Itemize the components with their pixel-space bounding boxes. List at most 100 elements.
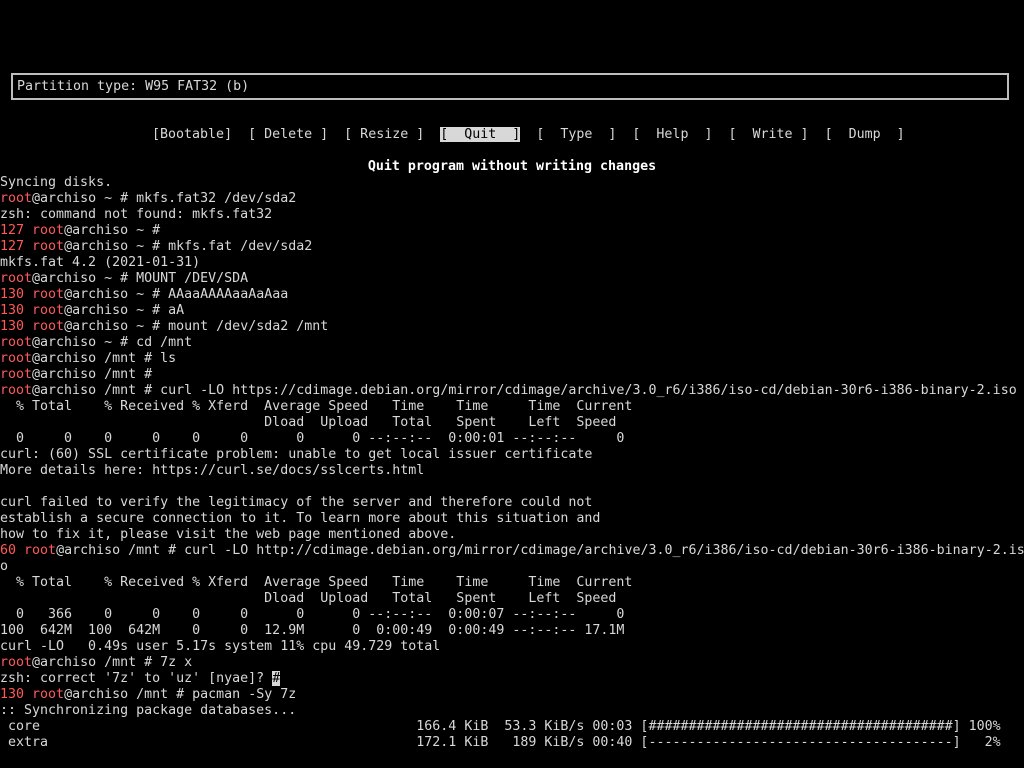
prompt-cwd: /mnt # — [96, 655, 161, 670]
output-text: core 166.4 KiB 53.3 KiB/s 00:03 [#######… — [0, 719, 1001, 734]
output-text: 0 0 0 0 0 0 0 0 --:--:-- 0:00:01 --:--:-… — [0, 431, 625, 446]
cfdisk-menu: [Bootable] [ Delete ] [ Resize ] [ Quit … — [136, 111, 905, 143]
prompt-user: root — [24, 543, 57, 558]
output-text: zsh: command not found: mkfs.fat32 — [0, 207, 273, 222]
prompt-host: @archiso — [32, 367, 97, 382]
command-text: ls — [160, 351, 177, 366]
menu-help-button[interactable]: [ Help ] — [632, 127, 712, 142]
output-text: 100 642M 100 642M 0 0 12.9M 0 0:00:49 0:… — [0, 623, 625, 638]
output-text: o — [0, 559, 9, 574]
cursor-block: # — [272, 671, 281, 686]
prompt-line: 60 root@archiso /mnt # curl -LO http://c… — [0, 543, 1024, 559]
output-line: 100 642M 100 642M 0 0 12.9M 0 0:00:49 0:… — [0, 623, 1024, 639]
command-text: curl -LO https://cdimage.debian.org/mirr… — [160, 383, 1017, 398]
output-line: mkfs.fat 4.2 (2021-01-31) — [0, 255, 1024, 271]
output-text: curl: (60) SSL certificate problem: unab… — [0, 447, 593, 462]
prompt-cwd: ~ # — [128, 223, 169, 238]
output-line: Syncing disks. — [0, 175, 1024, 191]
prompt-host: @archiso — [32, 335, 97, 350]
prompt-cwd: ~ # — [128, 319, 169, 334]
output-line: Dload Upload Total Spent Left Speed — [0, 591, 1024, 607]
terminal-output[interactable]: Syncing disks. root@archiso ~ # mkfs.fat3… — [0, 175, 1024, 751]
exit-code: 127 — [0, 239, 33, 254]
prompt-cwd: ~ # — [96, 191, 137, 206]
output-line: 0 0 0 0 0 0 0 0 --:--:-- 0:00:01 --:--:-… — [0, 431, 1024, 447]
output-text: :: Synchronizing package databases... — [0, 703, 297, 718]
prompt-line: root@archiso /mnt # curl -LO https://cdi… — [0, 383, 1024, 399]
prompt-host: @archiso — [32, 383, 97, 398]
prompt-line: 130 root@archiso ~ # AAaaAAAAaaAaAaa — [0, 287, 1024, 303]
output-text: Dload Upload Total Spent Left Speed — [0, 591, 617, 606]
output-text: 0 366 0 0 0 0 0 0 --:--:-- 0:00:07 --:--… — [0, 607, 625, 622]
prompt-line: 130 root@archiso ~ # mount /dev/sda2 /mn… — [0, 319, 1024, 335]
command-text: cd /mnt — [136, 335, 193, 350]
prompt-line: root@archiso ~ # MOUNT /DEV/SDA — [0, 271, 1024, 287]
output-text: % Total % Received % Xferd Average Speed… — [0, 399, 633, 414]
output-line: More details here: https://curl.se/docs/… — [0, 463, 1024, 479]
prompt-user: root — [32, 287, 65, 302]
menu-delete-button[interactable]: [ Delete ] — [248, 127, 328, 142]
output-line: :: Synchronizing package databases... — [0, 703, 1024, 719]
prompt-user: root — [0, 191, 33, 206]
prompt-line: root@archiso /mnt # ls — [0, 351, 1024, 367]
menu-bootable-button[interactable]: [Bootable] — [152, 127, 232, 142]
partition-type-label: Partition type: W95 FAT32 (b) — [17, 79, 250, 94]
output-text: zsh: correct '7z' to 'uz' [nyae]? — [0, 671, 273, 686]
exit-code: 130 — [0, 687, 33, 702]
prompt-user: root — [0, 271, 33, 286]
command-text: AAaaAAAAaaAaAaa — [168, 287, 289, 302]
menu-resize-button[interactable]: [ Resize ] — [344, 127, 424, 142]
command-text: mkfs.fat32 /dev/sda2 — [136, 191, 297, 206]
output-line: o — [0, 559, 1024, 575]
prompt-host: @archiso — [32, 271, 97, 286]
prompt-cwd: ~ # — [128, 287, 169, 302]
prompt-host: @archiso — [64, 223, 129, 238]
prompt-user: root — [0, 383, 33, 398]
output-text: Syncing disks. — [0, 175, 113, 190]
menu-type-button[interactable]: [ Type ] — [536, 127, 616, 142]
prompt-cwd: /mnt # — [96, 351, 161, 366]
prompt-host: @archiso — [64, 303, 129, 318]
prompt-host: @archiso — [64, 287, 129, 302]
prompt-host: @archiso — [64, 687, 129, 702]
output-line: extra 172.1 KiB 189 KiB/s 00:40 [-------… — [0, 735, 1024, 751]
prompt-line: root@archiso /mnt # — [0, 367, 1024, 383]
prompt-line: 127 root@archiso ~ # — [0, 223, 1024, 239]
exit-code: 60 — [0, 543, 25, 558]
command-text: aA — [168, 303, 185, 318]
prompt-host: @archiso — [56, 543, 121, 558]
prompt-line: 130 root@archiso /mnt # pacman -Sy 7z — [0, 687, 1024, 703]
output-text: Dload Upload Total Spent Left Speed — [0, 415, 617, 430]
exit-code: 130 — [0, 303, 33, 318]
prompt-line: root@archiso /mnt # 7z x — [0, 655, 1024, 671]
prompt-line: root@archiso ~ # mkfs.fat32 /dev/sda2 — [0, 191, 1024, 207]
prompt-host: @archiso — [64, 239, 129, 254]
prompt-cwd: ~ # — [128, 303, 169, 318]
output-text: how to fix it, please visit the web page… — [0, 527, 457, 542]
prompt-host: @archiso — [32, 351, 97, 366]
prompt-user: root — [32, 223, 65, 238]
output-text: mkfs.fat 4.2 (2021-01-31) — [0, 255, 201, 270]
menu-quit-button[interactable]: [ Quit ] — [440, 127, 521, 142]
prompt-line: 127 root@archiso ~ # mkfs.fat /dev/sda2 — [0, 239, 1024, 255]
menu-hint-text: Quit program without writing changes — [367, 159, 657, 174]
menu-write-button[interactable]: [ Write ] — [728, 127, 808, 142]
output-line: curl -LO 0.49s user 5.17s system 11% cpu… — [0, 639, 1024, 655]
exit-code: 130 — [0, 287, 33, 302]
prompt-host: @archiso — [32, 191, 97, 206]
output-line: zsh: command not found: mkfs.fat32 — [0, 207, 1024, 223]
command-text: MOUNT /DEV/SDA — [136, 271, 249, 286]
prompt-user: root — [32, 687, 65, 702]
prompt-cwd: /mnt # — [96, 367, 161, 382]
menu-dump-button[interactable]: [ Dump ] — [825, 127, 905, 142]
prompt-cwd: /mnt # — [128, 687, 193, 702]
output-text: curl -LO 0.49s user 5.17s system 11% cpu… — [0, 639, 441, 654]
command-text: 7z x — [160, 655, 193, 670]
output-line: curl failed to verify the legitimacy of … — [0, 495, 1024, 511]
prompt-user: root — [32, 319, 65, 334]
prompt-user: root — [32, 303, 65, 318]
output-line: 0 366 0 0 0 0 0 0 --:--:-- 0:00:07 --:--… — [0, 607, 1024, 623]
partition-info-box: Partition type: W95 FAT32 (b) — [11, 73, 1009, 100]
output-line: % Total % Received % Xferd Average Speed… — [0, 399, 1024, 415]
